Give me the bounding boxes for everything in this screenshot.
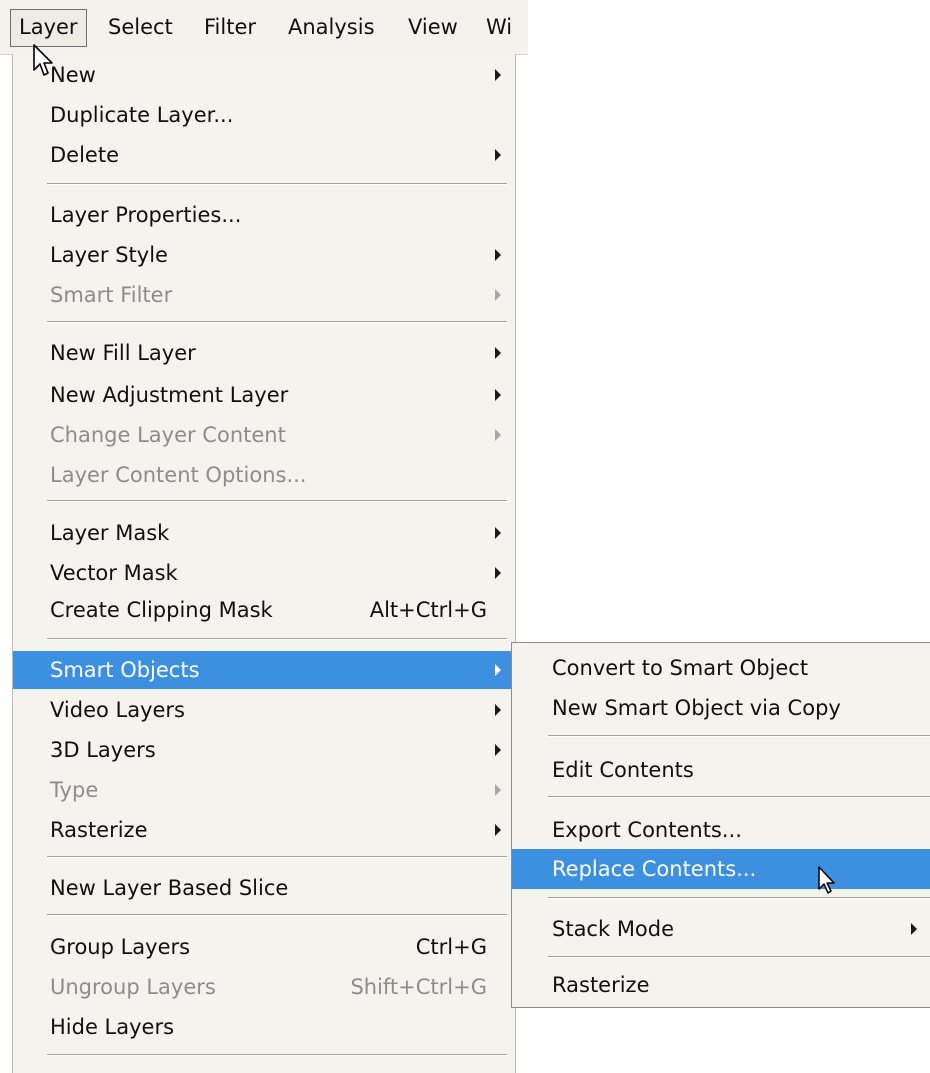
submenu-item-new-smart-object-via-copy[interactable]: New Smart Object via Copy: [512, 688, 930, 728]
menu-item-new-layer-based-slice[interactable]: New Layer Based Slice: [13, 869, 515, 907]
menu-bar: Layer Select Filter Analysis View Wi: [0, 0, 528, 55]
menu-item-rasterize[interactable]: Rasterize: [13, 811, 515, 849]
menu-separator: [548, 735, 930, 737]
layer-menu: New Duplicate Layer... Delete Layer Prop…: [12, 54, 516, 1073]
menu-separator: [548, 897, 930, 899]
submenu-arrow-icon: [495, 527, 501, 539]
menu-separator: [47, 1054, 507, 1056]
submenu-item-convert-to-smart-object[interactable]: Convert to Smart Object: [512, 648, 930, 688]
submenu-item-rasterize[interactable]: Rasterize: [512, 965, 930, 1005]
menu-separator: [548, 956, 930, 958]
menu-item-layer-properties[interactable]: Layer Properties...: [13, 196, 515, 234]
menu-item-create-clipping-mask[interactable]: Create Clipping Mask Alt+Ctrl+G: [13, 591, 515, 629]
menu-window[interactable]: Wi: [478, 9, 520, 45]
submenu-item-export-contents[interactable]: Export Contents...: [512, 810, 930, 850]
menu-item-layer-content-options: Layer Content Options...: [50, 463, 307, 487]
submenu-arrow-icon: [495, 389, 501, 401]
shortcut-label: Shift+Ctrl+G: [350, 975, 487, 999]
menu-analysis[interactable]: Analysis: [280, 9, 383, 45]
menu-item-3d-layers[interactable]: 3D Layers: [13, 731, 515, 769]
menu-view[interactable]: View: [400, 9, 466, 45]
menu-item-new-fill-layer[interactable]: New Fill Layer: [13, 334, 515, 372]
menu-item-delete[interactable]: Delete: [13, 136, 515, 174]
menu-item-smart-objects[interactable]: Smart Objects: [13, 651, 515, 689]
submenu-arrow-icon: [495, 149, 501, 161]
submenu-arrow-icon: [911, 923, 917, 935]
smart-objects-submenu: Convert to Smart Object New Smart Object…: [511, 642, 930, 1008]
menu-separator: [47, 914, 507, 916]
submenu-arrow-icon: [495, 567, 501, 579]
submenu-arrow-icon: [495, 664, 501, 676]
menu-item-type: Type: [13, 771, 515, 809]
menu-filter[interactable]: Filter: [196, 9, 264, 45]
submenu-arrow-icon: [495, 249, 501, 261]
menu-separator: [47, 183, 507, 185]
menu-separator: [47, 500, 507, 502]
submenu-arrow-icon: [495, 69, 501, 81]
shortcut-label: Alt+Ctrl+G: [369, 598, 487, 622]
menu-item-layer-style[interactable]: Layer Style: [13, 236, 515, 274]
menu-item-group-layers[interactable]: Group Layers Ctrl+G: [13, 928, 515, 966]
shortcut-label: Ctrl+G: [415, 935, 487, 959]
arrow-pointer-icon: [818, 866, 835, 894]
menu-item-change-layer-content: Change Layer Content: [13, 416, 515, 454]
menu-separator: [548, 796, 930, 798]
submenu-arrow-icon: [495, 289, 501, 301]
menu-item-ungroup-layers: Ungroup Layers Shift+Ctrl+G: [13, 968, 515, 1006]
menu-item-layer-mask[interactable]: Layer Mask: [13, 514, 515, 552]
menu-separator: [47, 321, 507, 323]
menu-item-new[interactable]: New: [13, 56, 515, 94]
menu-item-duplicate-layer[interactable]: Duplicate Layer...: [13, 96, 515, 134]
menu-layer[interactable]: Layer: [10, 9, 87, 47]
submenu-item-edit-contents[interactable]: Edit Contents: [512, 750, 930, 790]
menu-item-video-layers[interactable]: Video Layers: [13, 691, 515, 729]
submenu-arrow-icon: [495, 429, 501, 441]
menu-item-smart-filter: Smart Filter: [13, 276, 515, 314]
submenu-arrow-icon: [495, 784, 501, 796]
submenu-arrow-icon: [495, 824, 501, 836]
menu-item-vector-mask[interactable]: Vector Mask: [13, 554, 515, 592]
menu-separator: [47, 856, 507, 858]
menu-item-new-adjustment-layer[interactable]: New Adjustment Layer: [13, 376, 515, 414]
menu-select[interactable]: Select: [100, 9, 181, 45]
submenu-item-replace-contents[interactable]: Replace Contents...: [512, 849, 930, 889]
menu-item-hide-layers[interactable]: Hide Layers: [13, 1008, 515, 1046]
submenu-arrow-icon: [495, 704, 501, 716]
arrow-pointer-icon: [33, 44, 53, 76]
menu-separator: [47, 638, 507, 640]
submenu-arrow-icon: [495, 744, 501, 756]
submenu-arrow-icon: [495, 347, 501, 359]
submenu-item-stack-mode[interactable]: Stack Mode: [512, 909, 930, 949]
